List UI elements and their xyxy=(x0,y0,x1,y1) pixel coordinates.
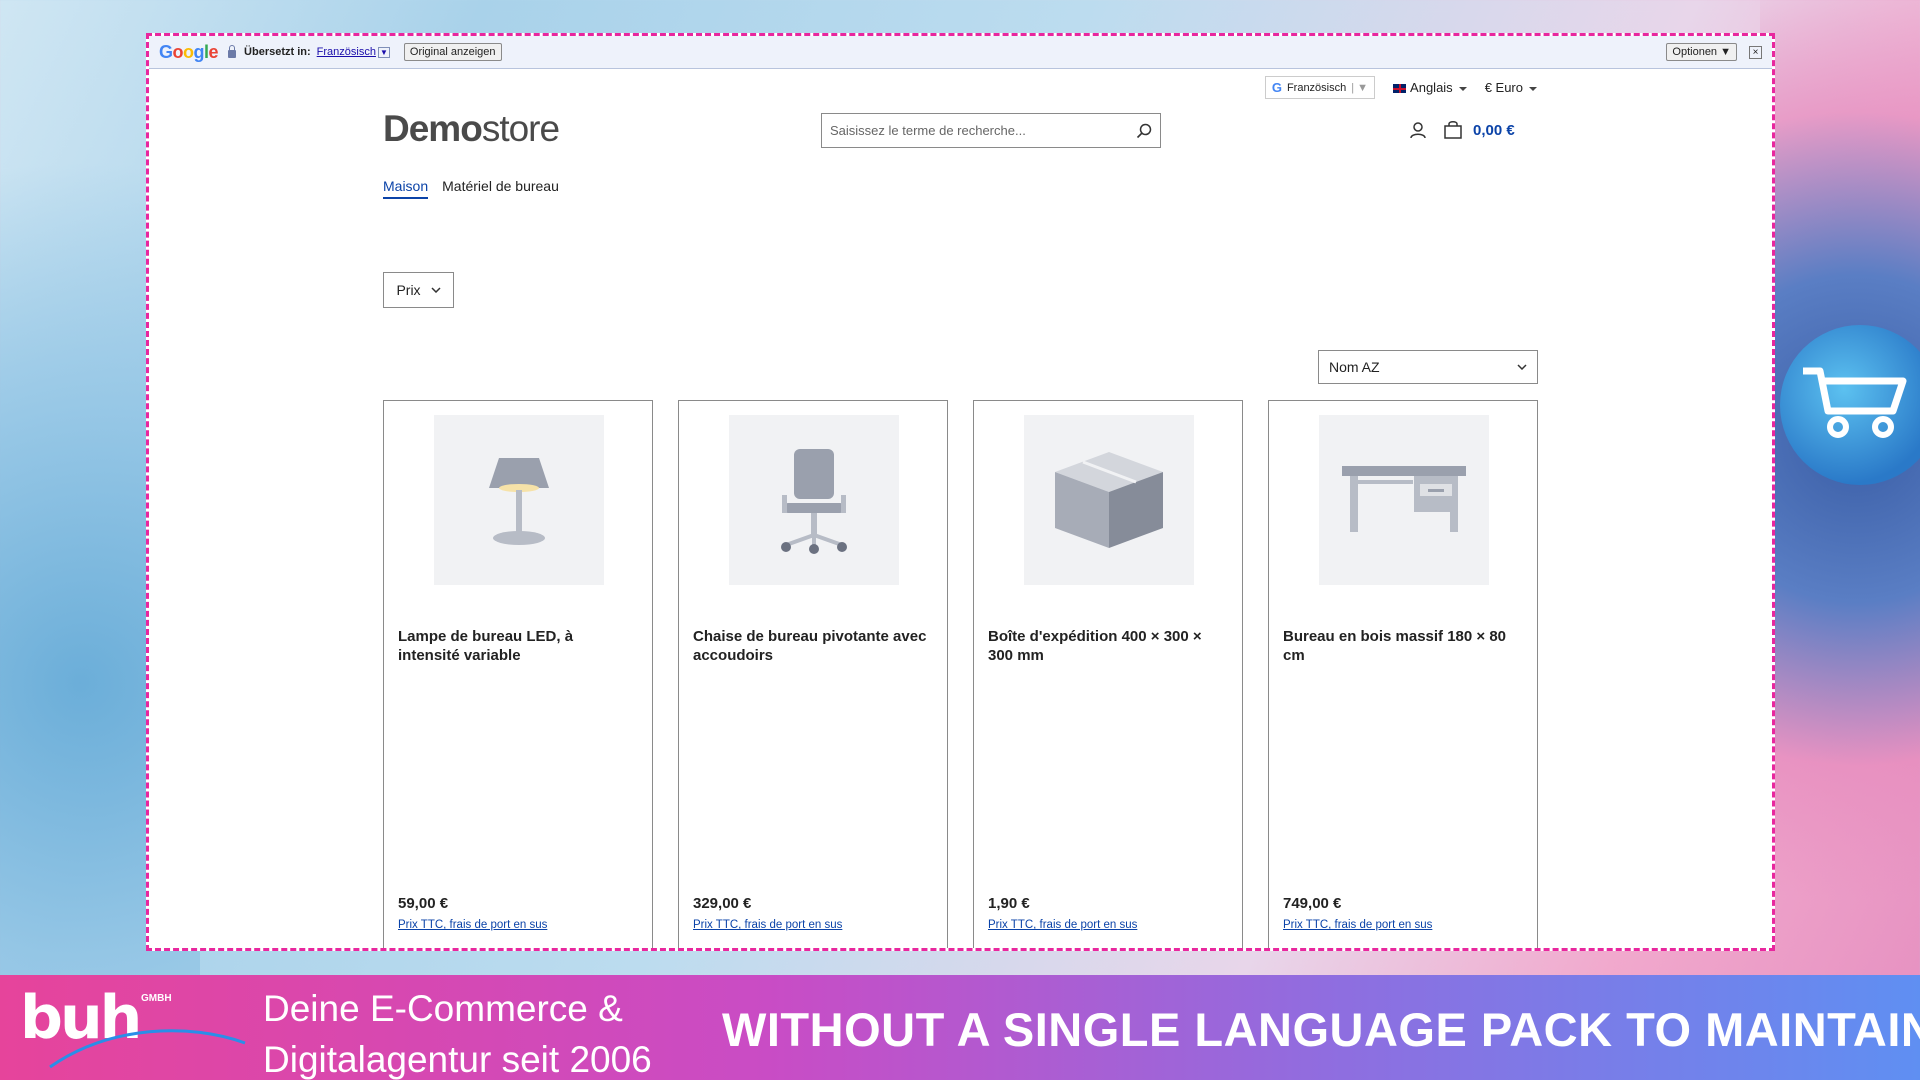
desk-icon xyxy=(1342,466,1466,532)
tax-info-link[interactable]: Prix TTC, frais de port en sus xyxy=(693,919,842,931)
language-switcher[interactable]: Anglais xyxy=(1393,80,1467,95)
product-card[interactable]: Boîte d'expédition 400 × 300 × 300 mm 1,… xyxy=(973,400,1243,948)
product-card[interactable]: Bureau en bois massif 180 × 80 cm 749,00… xyxy=(1268,400,1538,948)
buh-logo: buh GMBH xyxy=(20,983,250,1075)
product-image[interactable] xyxy=(729,415,899,585)
lamp-icon xyxy=(489,458,549,545)
cart-icon[interactable] xyxy=(1443,120,1463,140)
chevron-down-icon xyxy=(431,287,441,293)
tax-info-link[interactable]: Prix TTC, frais de port en sus xyxy=(988,919,1137,931)
caret-down-icon xyxy=(1529,86,1537,91)
currency-switcher[interactable]: € Euro xyxy=(1485,80,1537,95)
google-g-icon: G xyxy=(1271,80,1282,95)
google-translate-bar: Google Übersetzt in: Französisch ▼ Origin… xyxy=(149,36,1772,69)
product-image[interactable] xyxy=(1024,415,1194,585)
product-title[interactable]: Boîte d'expédition 400 × 300 × 300 mm xyxy=(988,627,1228,665)
browser-screenshot-frame: Google Übersetzt in: Französisch ▼ Origin… xyxy=(146,33,1775,951)
uk-flag-icon xyxy=(1393,84,1407,94)
agency-tagline: Deine E-Commerce & Digitalagentur seit 2… xyxy=(263,988,652,1080)
product-title[interactable]: Chaise de bureau pivotante avec accoudoi… xyxy=(693,627,933,665)
search-placeholder: Saisissez le terme de recherche... xyxy=(830,123,1026,138)
search-icon[interactable] xyxy=(1136,123,1152,139)
product-image[interactable] xyxy=(1319,415,1489,585)
background-right xyxy=(1760,0,1920,975)
logo-swoosh-icon xyxy=(49,1029,246,1069)
product-image[interactable] xyxy=(434,415,604,585)
tax-info-link[interactable]: Prix TTC, frais de port en sus xyxy=(398,919,547,931)
tax-info-link[interactable]: Prix TTC, frais de port en sus xyxy=(1283,919,1432,931)
cart-total[interactable]: 0,00 € xyxy=(1473,122,1515,139)
search-input[interactable]: Saisissez le terme de recherche... xyxy=(821,113,1161,148)
translate-language-link[interactable]: Französisch ▼ xyxy=(317,46,390,58)
store-logo[interactable]: Demostore xyxy=(383,108,560,150)
product-grid: Lampe de bureau LED, à intensité variabl… xyxy=(383,400,1538,948)
promo-banner: buh GMBH Deine E-Commerce & Digitalagent… xyxy=(0,975,1920,1080)
product-price: 59,00 € xyxy=(398,895,449,912)
chevron-down-icon xyxy=(1517,364,1527,370)
account-icon[interactable] xyxy=(1409,121,1427,139)
nav-item-home[interactable]: Maison xyxy=(383,178,429,199)
close-icon[interactable]: × xyxy=(1749,45,1762,59)
chevron-down-icon: ▼ xyxy=(377,47,390,58)
headline-claim: WITHOUT A SINGLE LANGUAGE PACK TO MAINTA… xyxy=(722,1003,1920,1056)
box-icon xyxy=(1055,452,1163,548)
sort-select[interactable]: Nom AZ xyxy=(1318,350,1538,384)
price-filter-button[interactable]: Prix xyxy=(383,272,454,308)
product-price: 1,90 € xyxy=(988,895,1030,912)
product-title[interactable]: Lampe de bureau LED, à intensité variabl… xyxy=(398,627,638,665)
chevron-down-icon: | ▼ xyxy=(1351,81,1369,94)
product-card[interactable]: Lampe de bureau LED, à intensité variabl… xyxy=(383,400,653,948)
main-navigation: Maison Matériel de bureau xyxy=(383,178,559,199)
show-original-button[interactable]: Original anzeigen xyxy=(403,43,502,61)
caret-down-icon xyxy=(1458,86,1467,91)
chair-icon xyxy=(781,449,847,554)
product-title[interactable]: Bureau en bois massif 180 × 80 cm xyxy=(1283,627,1523,665)
store-topbar: G Französisch | ▼ Anglais € Euro xyxy=(1264,76,1537,99)
options-button[interactable]: Optionen ▼ xyxy=(1666,43,1737,61)
lock-icon xyxy=(228,45,237,58)
translated-label: Übersetzt in: xyxy=(244,46,311,58)
google-logo: Google xyxy=(159,41,219,62)
nav-item-office-supplies[interactable]: Matériel de bureau xyxy=(442,178,559,199)
product-card[interactable]: Chaise de bureau pivotante avec accoudoi… xyxy=(678,400,948,948)
product-price: 749,00 € xyxy=(1283,895,1342,912)
product-price: 329,00 € xyxy=(693,895,752,912)
google-language-select[interactable]: G Französisch | ▼ xyxy=(1264,76,1376,99)
